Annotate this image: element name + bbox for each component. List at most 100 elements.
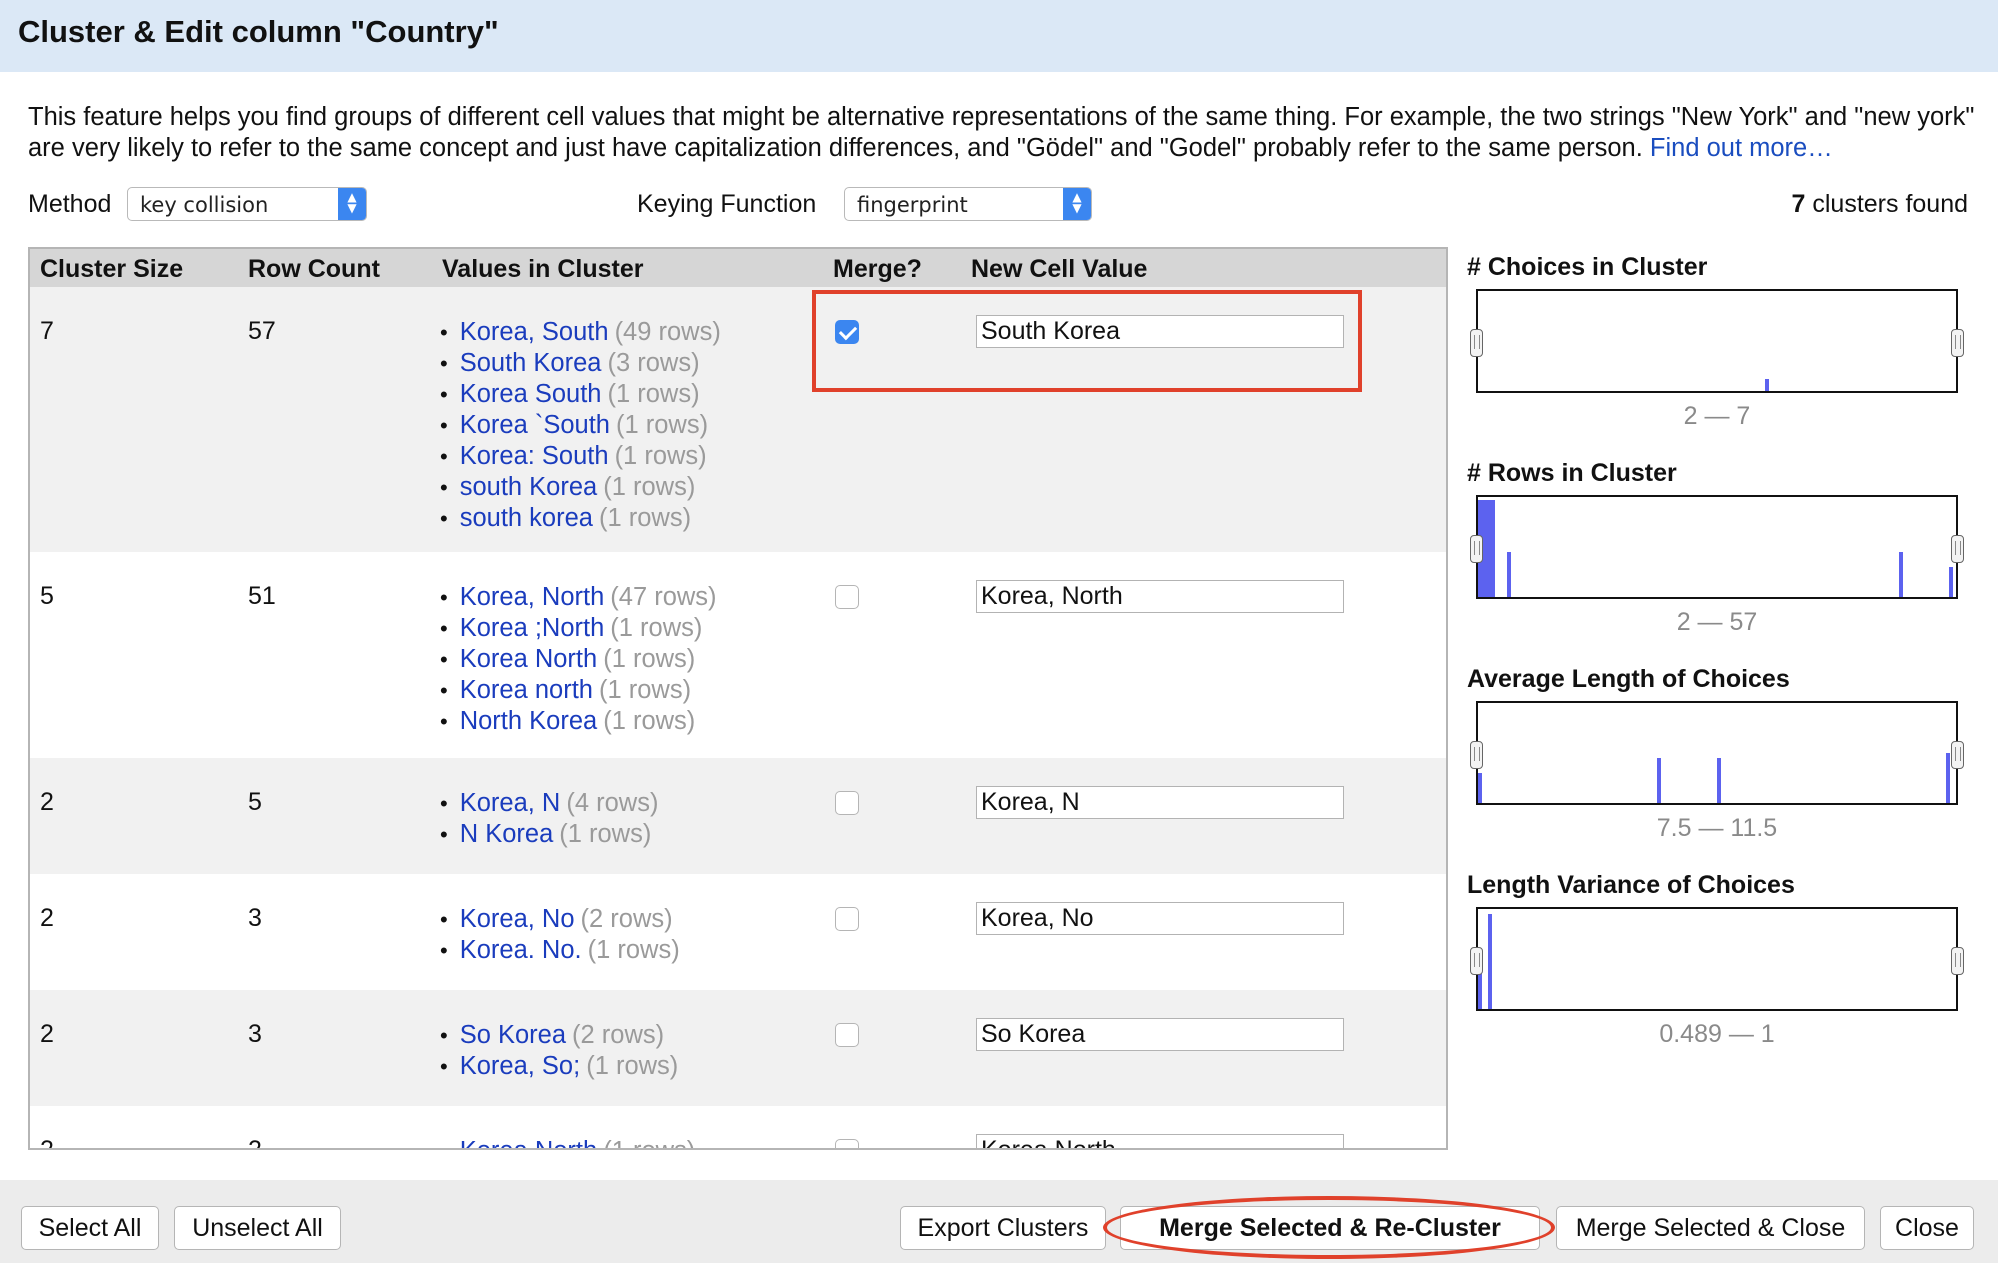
- cluster-value-link[interactable]: Korea: South: [460, 442, 609, 470]
- range-slider-handle-right[interactable]: [1951, 329, 1964, 357]
- value-row-count: (47 rows): [610, 583, 717, 611]
- list-item: Korea north(1 rows): [440, 675, 717, 706]
- cluster-value-link[interactable]: Korea, South: [460, 318, 609, 346]
- value-row-count: (1 rows): [603, 473, 696, 501]
- unselect-all-button[interactable]: Unselect All: [174, 1206, 341, 1250]
- list-item: Korea. No.(1 rows): [440, 935, 680, 966]
- new-cell-value-input[interactable]: [976, 902, 1344, 935]
- range-slider-handle-left[interactable]: [1470, 741, 1483, 769]
- export-clusters-button[interactable]: Export Clusters: [900, 1206, 1106, 1250]
- histogram-bar: [1946, 753, 1950, 803]
- value-row-count: (1 rows): [603, 707, 696, 735]
- list-item: south Korea(1 rows): [440, 472, 721, 503]
- merge-checkbox[interactable]: [835, 791, 859, 815]
- keying-function-label: Keying Function: [637, 190, 817, 218]
- value-row-count: (1 rows): [598, 504, 692, 532]
- row-count-cell: 2: [248, 1136, 262, 1150]
- row-count-cell: 5: [248, 788, 262, 816]
- cluster-values-list: Korea North (1 rows): [440, 1136, 696, 1148]
- row-count-cell: 57: [248, 317, 276, 345]
- cluster-value-link[interactable]: Korea, N: [460, 789, 561, 817]
- clusters-table[interactable]: Cluster Size Row Count Values in Cluster…: [28, 247, 1448, 1150]
- feature-description: This feature helps you find groups of di…: [28, 102, 1978, 164]
- cluster-value-link[interactable]: Korea north: [460, 676, 593, 704]
- merge-close-button[interactable]: Merge Selected & Close: [1556, 1206, 1865, 1250]
- close-button[interactable]: Close: [1880, 1206, 1974, 1250]
- cluster-value-link[interactable]: south Korea: [460, 473, 598, 501]
- merge-checkbox[interactable]: [835, 1023, 859, 1047]
- merge-checkbox[interactable]: [835, 585, 859, 609]
- histogram-range-label: 0.489 — 1: [1659, 1020, 1775, 1048]
- table-row: 23So Korea(2 rows)Korea, So;(1 rows): [30, 990, 1446, 1106]
- list-item: Korea, North(47 rows): [440, 582, 717, 613]
- cluster-value-link[interactable]: Korea, North: [460, 583, 605, 611]
- new-cell-value-input[interactable]: [976, 315, 1344, 348]
- new-cell-value-input[interactable]: [976, 1018, 1344, 1051]
- histogram-chart[interactable]: [1470, 907, 1964, 1011]
- merge-checkbox[interactable]: [835, 907, 859, 931]
- header-new-value: New Cell Value: [971, 255, 1148, 283]
- histogram-bar: [1899, 552, 1903, 597]
- new-cell-value-input[interactable]: [976, 580, 1344, 613]
- new-cell-value-input[interactable]: [976, 786, 1344, 819]
- table-row: 25Korea, N(4 rows)N Korea(1 rows): [30, 758, 1446, 874]
- range-slider-handle-left[interactable]: [1470, 947, 1483, 975]
- histogram-title: # Choices in Cluster: [1467, 253, 1708, 281]
- find-out-more-link[interactable]: Find out more…: [1650, 134, 1833, 162]
- range-slider-handle-right[interactable]: [1951, 535, 1964, 563]
- list-item: Korea North (1 rows): [440, 1136, 696, 1148]
- method-select[interactable]: key collision ▲ ▼: [127, 187, 367, 221]
- method-select-value: key collision: [140, 193, 269, 217]
- histogram-bar: [1949, 567, 1953, 597]
- range-slider-handle-right[interactable]: [1951, 947, 1964, 975]
- cluster-value-link[interactable]: Korea `South: [460, 411, 610, 439]
- range-slider-handle-left[interactable]: [1470, 535, 1483, 563]
- range-slider-handle-left[interactable]: [1470, 329, 1483, 357]
- cluster-value-link[interactable]: Korea, So;: [460, 1052, 581, 1080]
- new-cell-value-input[interactable]: [976, 1134, 1344, 1148]
- cluster-value-link[interactable]: South Korea: [460, 349, 602, 377]
- value-row-count: (1 rows): [615, 411, 709, 439]
- row-count-cell: 51: [248, 582, 276, 610]
- clusters-found: 7 clusters found: [1792, 190, 1969, 219]
- list-item: Korea South(1 rows): [440, 379, 721, 410]
- histogram-chart[interactable]: [1470, 495, 1964, 599]
- cluster-values-list: Korea, N(4 rows)N Korea(1 rows): [440, 788, 659, 850]
- merge-checkbox[interactable]: [835, 1139, 859, 1148]
- cluster-value-link[interactable]: Korea. No.: [460, 936, 582, 964]
- cluster-value-link[interactable]: Korea North: [460, 1137, 598, 1148]
- list-item: So Korea(2 rows): [440, 1020, 678, 1051]
- table-row: 2 2 Korea North (1 rows): [30, 1106, 1446, 1150]
- cluster-value-link[interactable]: N Korea: [460, 820, 554, 848]
- dialog-header: Cluster & Edit column "Country": [0, 0, 1998, 72]
- cluster-values-list: Korea, No(2 rows)Korea. No.(1 rows): [440, 904, 680, 966]
- table-header: Cluster Size Row Count Values in Cluster…: [30, 249, 1446, 287]
- cluster-value-link[interactable]: Korea South: [460, 380, 602, 408]
- cluster-values-list: Korea, South(49 rows)South Korea(3 rows)…: [440, 317, 721, 534]
- cluster-value-link[interactable]: Korea ;North: [460, 614, 605, 642]
- range-slider-handle-right[interactable]: [1951, 741, 1964, 769]
- cluster-size-cell: 7: [40, 317, 54, 345]
- histogram-chart[interactable]: [1470, 701, 1964, 805]
- merge-checkbox[interactable]: [835, 320, 859, 344]
- header-values: Values in Cluster: [442, 255, 644, 283]
- list-item: Korea, South(49 rows): [440, 317, 721, 348]
- cluster-value-link[interactable]: south korea: [460, 504, 593, 532]
- list-item: Korea `South(1 rows): [440, 410, 721, 441]
- cluster-value-link[interactable]: Korea North: [460, 645, 598, 673]
- value-row-count: (1 rows): [598, 676, 692, 704]
- list-item: North Korea(1 rows): [440, 706, 717, 737]
- histogram-title: Average Length of Choices: [1467, 665, 1790, 693]
- histogram-range-label: 2 — 57: [1676, 608, 1758, 636]
- list-item: Korea, No(2 rows): [440, 904, 680, 935]
- cluster-value-link[interactable]: Korea, No: [460, 905, 575, 933]
- merge-recluster-button[interactable]: Merge Selected & Re-Cluster: [1120, 1206, 1540, 1250]
- cluster-value-link[interactable]: So Korea: [460, 1021, 566, 1049]
- cluster-size-cell: 2: [40, 1136, 54, 1150]
- header-merge: Merge?: [833, 255, 922, 283]
- list-item: N Korea(1 rows): [440, 819, 658, 850]
- select-all-button[interactable]: Select All: [21, 1206, 159, 1250]
- cluster-value-link[interactable]: North Korea: [460, 707, 598, 735]
- histogram-chart[interactable]: [1470, 289, 1964, 393]
- keying-function-select[interactable]: fingerprint ▲ ▼: [844, 187, 1092, 221]
